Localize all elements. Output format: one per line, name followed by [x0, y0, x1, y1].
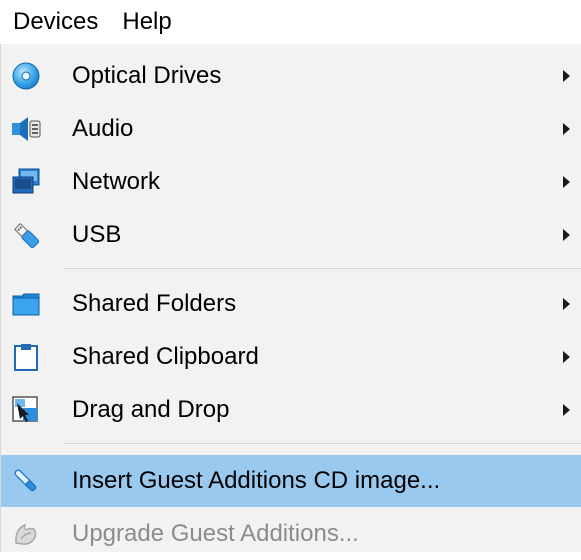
- submenu-arrow-icon: [563, 176, 570, 188]
- speaker-icon: [9, 112, 43, 146]
- network-icon: [9, 165, 43, 199]
- submenu-arrow-icon: [563, 70, 570, 82]
- menu-item-upgrade-guest-additions[interactable]: Upgrade Guest Additions...: [1, 508, 581, 560]
- menu-separator: [64, 443, 581, 444]
- menu-item-label: Network: [72, 168, 161, 195]
- submenu-arrow-icon: [563, 351, 570, 363]
- upgrade-additions-icon: [9, 517, 43, 551]
- menu-item-label: Shared Folders: [72, 290, 237, 317]
- usb-plug-icon: [9, 218, 43, 252]
- submenu-arrow-icon: [563, 298, 570, 310]
- folder-icon: [9, 287, 43, 321]
- submenu-arrow-icon: [563, 404, 570, 416]
- menu-item-optical-drives[interactable]: Optical Drives: [1, 50, 581, 102]
- menu-item-label: Audio: [72, 115, 134, 142]
- devices-dropdown-menu: Optical Drives Audio Network USB Shared …: [0, 44, 581, 552]
- menu-item-shared-clipboard[interactable]: Shared Clipboard: [1, 331, 581, 383]
- menu-item-label: Drag and Drop: [72, 396, 230, 423]
- menu-item-label: Upgrade Guest Additions...: [72, 520, 359, 547]
- guest-additions-cd-icon: [9, 464, 43, 498]
- menu-item-label: USB: [72, 221, 122, 248]
- menu-item-label: Shared Clipboard: [72, 343, 259, 370]
- clipboard-icon: [9, 340, 43, 374]
- menu-item-drag-and-drop[interactable]: Drag and Drop: [1, 384, 581, 436]
- menu-item-usb[interactable]: USB: [1, 209, 581, 261]
- menubar-devices[interactable]: Devices: [0, 0, 110, 44]
- menu-item-audio[interactable]: Audio: [1, 103, 581, 155]
- drag-drop-icon: [9, 393, 43, 427]
- menu-item-label: Insert Guest Additions CD image...: [72, 467, 441, 494]
- menu-item-network[interactable]: Network: [1, 156, 581, 208]
- menu-item-insert-guest-additions-cd[interactable]: Insert Guest Additions CD image...: [1, 455, 581, 507]
- menu-item-label: Optical Drives: [72, 62, 222, 89]
- menu-separator: [64, 268, 581, 269]
- submenu-arrow-icon: [563, 229, 570, 241]
- optical-disc-icon: [9, 59, 43, 93]
- menu-item-shared-folders[interactable]: Shared Folders: [1, 278, 581, 330]
- submenu-arrow-icon: [563, 123, 570, 135]
- menubar: Devices Help: [0, 0, 581, 44]
- menubar-help[interactable]: Help: [109, 0, 182, 44]
